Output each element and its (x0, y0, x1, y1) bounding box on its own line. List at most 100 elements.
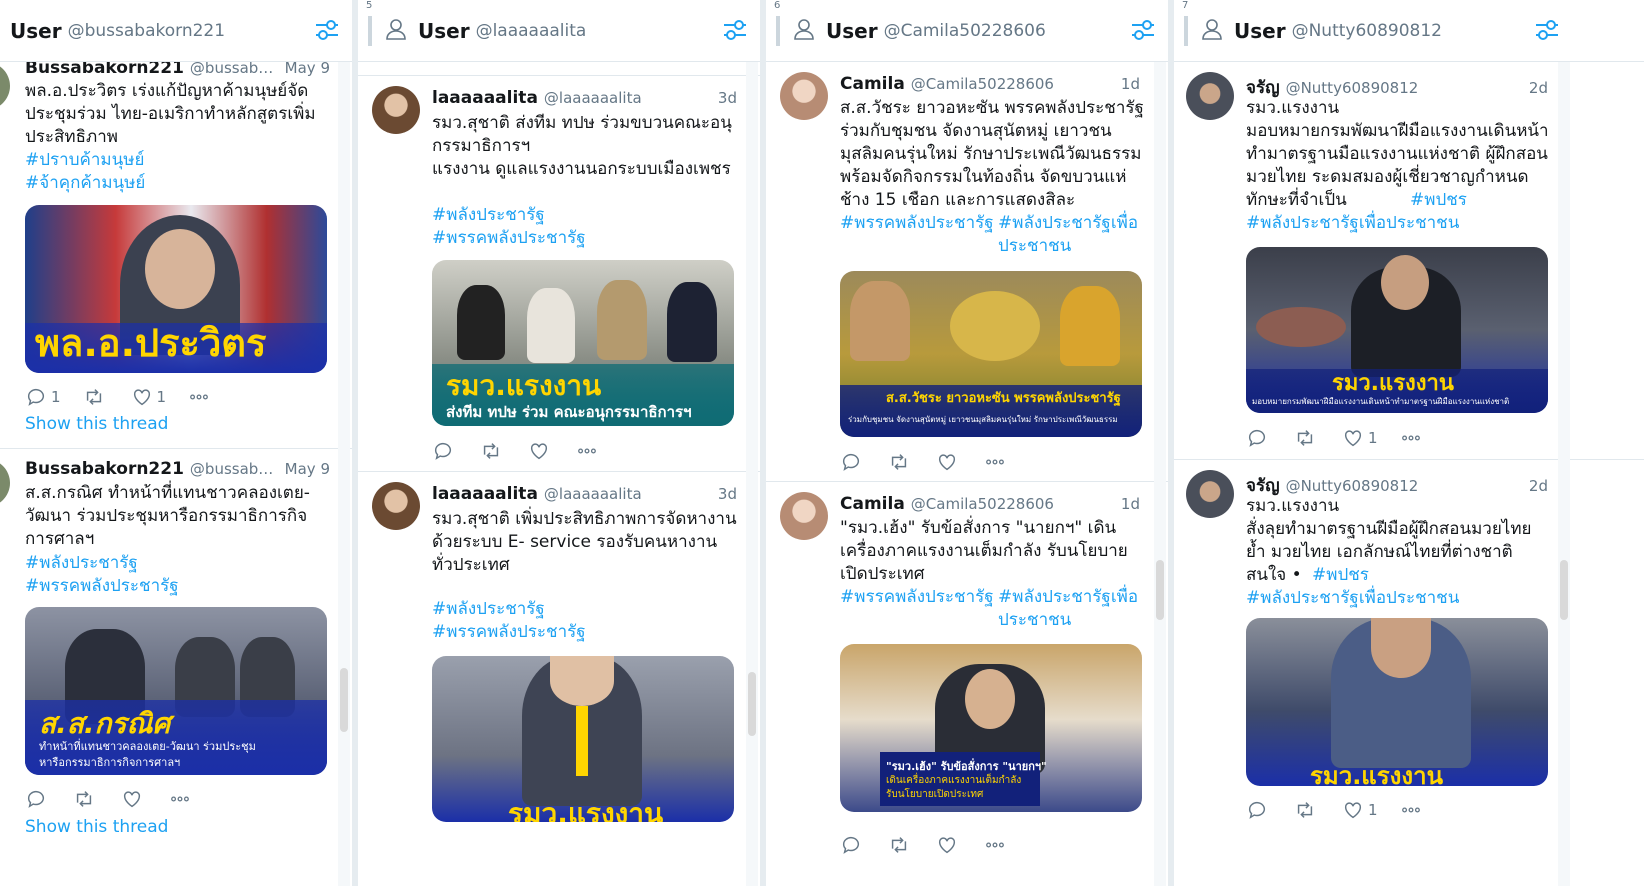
tweet-time[interactable]: 3d (712, 485, 737, 503)
filter-icon[interactable] (1130, 18, 1156, 42)
show-thread-link[interactable]: Show this thread (25, 817, 168, 837)
tweet-media[interactable]: พล.อ.ประวิตร (25, 205, 327, 373)
column-feed[interactable]: laaaaaalita @laaaaaalita 3d รมว.สุชาติ ส… (358, 62, 760, 886)
filter-icon[interactable] (314, 18, 340, 42)
tweet-author-name[interactable]: Bussabakorn221 (25, 62, 184, 78)
hashtag-link[interactable]: #พลังประชารัฐเพื่อประชาชน (1246, 212, 1459, 235)
tweet-media[interactable]: ส.ส.วัชระ ยาวอหะซัน พรรคพลังประชารัฐ ร่ว… (840, 271, 1142, 437)
hashtag-link[interactable]: #พลังประชารัฐ (25, 552, 138, 575)
tweet[interactable]: จรัญ @Nutty60890812 2d รมว.แรงงาน สั่งลุ… (1174, 460, 1644, 886)
retweet-button[interactable] (888, 451, 914, 473)
tweet-author-handle[interactable]: @Nutty60890812 (1286, 477, 1419, 495)
avatar[interactable] (0, 62, 10, 110)
tweet[interactable]: laaaaaalita @laaaaaalita 3d รมว.สุชาติ ส… (358, 76, 760, 472)
column-scrollbar[interactable] (748, 672, 756, 736)
hashtag-link[interactable]: #พรรคพลังประชารัฐ (432, 227, 586, 250)
tweet-author-handle[interactable]: @laaaaaalita (544, 485, 642, 503)
retweet-button[interactable] (480, 440, 506, 462)
hashtag-link[interactable]: #พลังประชารัฐเพื่อประชาชน (1246, 587, 1459, 610)
reply-button[interactable] (432, 440, 458, 462)
like-button[interactable] (936, 451, 962, 473)
column-scrollbar[interactable] (1560, 560, 1568, 620)
tweet[interactable]: Camila @Camila50228606 1d ส.ส.วัชระ ยาวอ… (766, 62, 1168, 482)
tweet-media[interactable]: รมว.แรงงาน มอบหมายกรมพัฒนาฝีมือแรงงานเดิ… (1246, 247, 1548, 413)
more-button[interactable] (984, 451, 1006, 473)
retweet-button[interactable] (1294, 427, 1320, 449)
tweet-time[interactable]: May 9 (279, 62, 330, 77)
drag-handle[interactable] (368, 16, 372, 46)
tweet-media[interactable]: รมว.แรงงาน (432, 656, 734, 822)
tweet-time[interactable]: 2d (1523, 79, 1548, 97)
column-header[interactable]: 7 User @Nutty60890812 (1174, 0, 1644, 62)
like-button[interactable] (121, 788, 147, 810)
tweet-media[interactable]: "รมว.เฮ้ง" รับข้อสั่งการ "นายกฯ" เดินเคร… (840, 644, 1142, 812)
tweet[interactable]: Bussabakorn221 @bussabakor... May 9 ส.ส.… (0, 449, 352, 886)
filter-icon[interactable] (1534, 18, 1560, 42)
tweet-author-handle[interactable]: @Nutty60890812 (1286, 79, 1419, 97)
avatar[interactable] (1186, 470, 1234, 518)
tweet-author-name[interactable]: laaaaaalita (432, 484, 538, 504)
tweet-author-handle[interactable]: @bussabakor... (190, 460, 279, 478)
column-scrollbar-track[interactable] (1154, 62, 1166, 886)
tweet[interactable]: Bussabakorn221 @bussabakor... May 9 พล.อ… (0, 62, 352, 449)
tweet-time[interactable]: 1d (1115, 75, 1140, 93)
show-thread-link[interactable]: Show this thread (25, 414, 168, 434)
column-scrollbar-track[interactable] (746, 62, 758, 886)
filter-icon[interactable] (722, 18, 748, 42)
tweet-author-handle[interactable]: @Camila50228606 (911, 495, 1054, 513)
avatar[interactable] (780, 492, 828, 540)
reply-button[interactable] (1246, 799, 1272, 821)
hashtag-link[interactable]: #พลังประชารัฐเพื่อประชาชน (998, 212, 1148, 258)
reply-button[interactable]: 1 (25, 386, 61, 408)
column-feed[interactable]: Camila @Camila50228606 1d ส.ส.วัชระ ยาวอ… (766, 62, 1168, 886)
hashtag-link[interactable]: #พปชร (1410, 189, 1467, 212)
avatar[interactable] (372, 86, 420, 134)
tweet-author-name[interactable]: Bussabakorn221 (25, 459, 184, 479)
column-header[interactable]: 6 User @Camila50228606 (766, 0, 1168, 62)
tweet-media[interactable]: รมว.แรงงาน (1246, 618, 1548, 786)
like-button[interactable]: 1 (1342, 799, 1378, 821)
column-scrollbar[interactable] (340, 668, 348, 732)
column-feed[interactable]: จรัญ @Nutty60890812 2d รมว.แรงงาน มอบหมา… (1174, 62, 1644, 886)
drag-handle[interactable] (776, 16, 780, 46)
retweet-button[interactable] (1294, 799, 1320, 821)
tweet[interactable]: Camila @Camila50228606 1d "รมว.เฮ้ง" รับ… (766, 482, 1168, 886)
avatar[interactable] (1186, 72, 1234, 120)
like-button[interactable] (936, 834, 962, 856)
reply-button[interactable] (840, 834, 866, 856)
column-scrollbar[interactable] (1156, 560, 1164, 620)
tweet-media[interactable]: ส.ส.กรณิศ ทำหน้าที่แทนชาวคลองเตย-วัฒนา ร… (25, 607, 327, 775)
reply-button[interactable] (25, 788, 51, 810)
column-scrollbar-track[interactable] (1558, 62, 1570, 886)
more-button[interactable] (188, 386, 210, 408)
tweet[interactable]: laaaaaalita @laaaaaalita 3d รมว.สุชาติ เ… (358, 472, 760, 886)
avatar[interactable] (0, 459, 10, 507)
column-feed[interactable]: Bussabakorn221 @bussabakor... May 9 พล.อ… (0, 62, 352, 886)
more-button[interactable] (1400, 427, 1422, 449)
retweet-button[interactable] (83, 386, 109, 408)
hashtag-link[interactable]: #ปราบค้ามนุษย์ (25, 149, 144, 172)
column-header[interactable]: 5 User @laaaaaalita (358, 0, 760, 62)
reply-button[interactable] (1246, 427, 1272, 449)
drag-handle[interactable] (1184, 16, 1188, 46)
hashtag-link[interactable]: #พลังประชารัฐเพื่อประชาชน (998, 586, 1148, 632)
avatar[interactable] (372, 482, 420, 530)
tweet-author-handle[interactable]: @Camila50228606 (911, 75, 1054, 93)
retweet-button[interactable] (73, 788, 99, 810)
tweet-time[interactable]: 3d (712, 89, 737, 107)
tweet-author-handle[interactable]: @bussabakor... (190, 62, 279, 77)
hashtag-link[interactable]: #พรรคพลังประชารัฐ (25, 575, 179, 598)
hashtag-link[interactable]: #พลังประชารัฐ (432, 598, 545, 621)
like-button[interactable]: 1 (131, 386, 166, 408)
tweet-author-name[interactable]: laaaaaalita (432, 88, 538, 108)
like-button[interactable] (528, 440, 554, 462)
hashtag-link[interactable]: #พรรคพลังประชารัฐ (432, 621, 586, 644)
retweet-button[interactable] (888, 834, 914, 856)
tweet-time[interactable]: 1d (1115, 495, 1140, 513)
hashtag-link[interactable]: #จ้าคุกค้ามนุษย์ (25, 172, 145, 195)
reply-button[interactable] (840, 451, 866, 473)
tweet-author-handle[interactable]: @laaaaaalita (544, 89, 642, 107)
more-button[interactable] (984, 834, 1006, 856)
more-button[interactable] (169, 788, 191, 810)
avatar[interactable] (780, 72, 828, 120)
